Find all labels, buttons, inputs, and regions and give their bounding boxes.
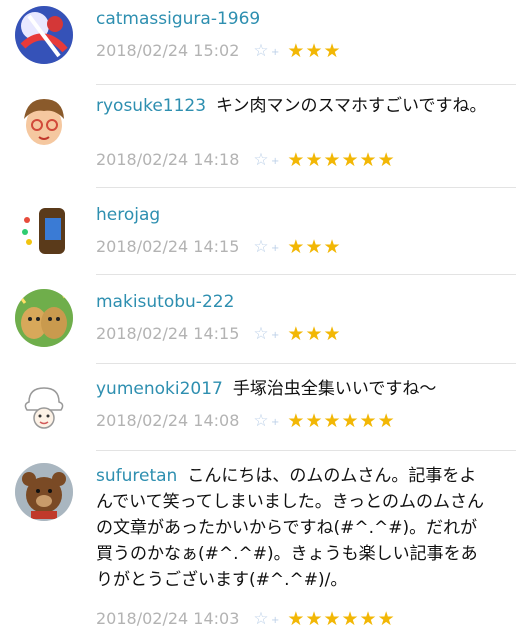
avatar[interactable]	[15, 463, 73, 521]
comment-item: makisutobu-222 2018/02/24 14:15 ☆ + ★★★	[0, 275, 516, 363]
avatar[interactable]	[15, 6, 73, 64]
comment-meta: 2018/02/24 15:02 ☆ + ★★★	[96, 40, 342, 64]
avatar-image	[15, 289, 73, 347]
avatar-image	[15, 6, 73, 64]
comment-item: herojag 2018/02/24 14:15 ☆ + ★★★	[0, 188, 516, 274]
star-rating: ★★★	[287, 235, 342, 258]
timestamp: 2018/02/24 14:08	[96, 411, 240, 430]
star-rating: ★★★★★★	[287, 148, 396, 171]
username[interactable]: herojag	[96, 205, 160, 225]
add-star-icon[interactable]: ☆ +	[253, 411, 279, 431]
username[interactable]: makisutobu-222	[96, 292, 234, 312]
avatar[interactable]	[15, 202, 73, 260]
timestamp: 2018/02/24 14:15	[96, 237, 240, 256]
avatar-image	[15, 378, 73, 436]
avatar-image	[15, 463, 73, 521]
avatar-image	[15, 202, 73, 260]
comment-text: キン肉マンのスマホすごいですね。	[216, 96, 487, 116]
timestamp: 2018/02/24 14:15	[96, 324, 240, 343]
star-rating: ★★★	[287, 39, 342, 62]
avatar[interactable]	[15, 289, 73, 347]
comment-item: catmassigura-1969 2018/02/24 15:02 ☆ + ★★★	[0, 0, 516, 84]
comment-text: 手塚治虫全集いいですね〜	[232, 379, 437, 399]
comment-meta: 2018/02/24 14:15 ☆ + ★★★	[96, 323, 342, 347]
comment-item: ryosuke1123 キン肉マンのスマホすごいですね。 2018/02/24 1…	[0, 85, 516, 187]
comment-meta: 2018/02/24 14:15 ☆ + ★★★	[96, 236, 342, 260]
username[interactable]: catmassigura-1969	[96, 9, 260, 29]
avatar[interactable]	[15, 378, 73, 436]
add-star-icon[interactable]: ☆ +	[253, 324, 279, 344]
username[interactable]: yumenoki2017	[96, 379, 223, 399]
add-star-icon[interactable]: ☆ +	[253, 237, 279, 257]
timestamp: 2018/02/24 15:02	[96, 41, 240, 60]
add-star-icon[interactable]: ☆ +	[253, 150, 279, 170]
star-rating: ★★★★★★	[287, 409, 396, 432]
username[interactable]: sufuretan	[96, 466, 177, 486]
add-star-icon[interactable]: ☆ +	[253, 41, 279, 61]
add-star-icon[interactable]: ☆ +	[253, 609, 279, 629]
timestamp: 2018/02/24 14:03	[96, 609, 240, 628]
comment-meta: 2018/02/24 14:08 ☆ + ★★★★★★	[96, 410, 396, 434]
comment-item: yumenoki2017 手塚治虫全集いいですね〜 2018/02/24 14:0…	[0, 364, 516, 450]
comment-item: sufuretan こんにちは、のムのムさん。記事をよんでいて笑ってしまいました。…	[0, 451, 516, 640]
star-rating: ★★★★★★	[287, 607, 396, 630]
comment-meta: 2018/02/24 14:03 ☆ + ★★★★★★	[96, 608, 396, 632]
avatar[interactable]	[15, 93, 73, 151]
comment-meta: 2018/02/24 14:18 ☆ + ★★★★★★	[96, 149, 396, 173]
username[interactable]: ryosuke1123	[96, 96, 206, 116]
timestamp: 2018/02/24 14:18	[96, 150, 240, 169]
star-rating: ★★★	[287, 322, 342, 345]
avatar-image	[15, 93, 73, 151]
